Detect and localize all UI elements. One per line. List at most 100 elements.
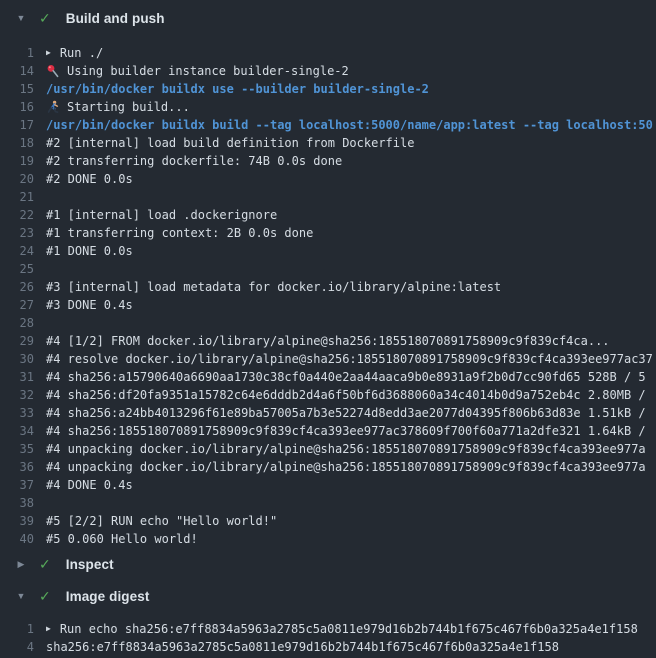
pushpin-emoji-icon: [46, 64, 60, 78]
line-number[interactable]: 34: [0, 422, 46, 440]
line-text: #1 [internal] load .dockerignore: [46, 206, 277, 224]
log-line: 16 Starting build...: [0, 98, 656, 116]
line-number[interactable]: 29: [0, 332, 46, 350]
check-icon: ✓: [39, 557, 51, 571]
line-number[interactable]: 39: [0, 512, 46, 530]
line-number[interactable]: 31: [0, 368, 46, 386]
log-line: 40#5 0.060 Hello world!: [0, 530, 656, 548]
line-number[interactable]: 37: [0, 476, 46, 494]
line-text: #3 [internal] load metadata for docker.i…: [46, 278, 501, 296]
line-content: /usr/bin/docker buildx use --builder bui…: [46, 80, 656, 98]
step-section-image-digest: ▼✓Image digest1▶Run echo sha256:e7ff8834…: [0, 580, 656, 656]
line-content: [46, 494, 656, 512]
log-line: 38: [0, 494, 656, 512]
line-content: #5 0.060 Hello world!: [46, 530, 656, 548]
line-number[interactable]: 18: [0, 134, 46, 152]
line-text: #4 sha256:a15790640a6690aa1730c38cf0a440…: [46, 368, 646, 386]
line-content: #3 DONE 0.4s: [46, 296, 656, 314]
log-block-build-and-push: 1▶ Run ./ 14 Using builder instance builder…: [0, 44, 656, 548]
log-line: 29#4 [1/2] FROM docker.io/library/alpine…: [0, 332, 656, 350]
line-content: #4 sha256:a15790640a6690aa1730c38cf0a440…: [46, 368, 656, 386]
line-number[interactable]: 17: [0, 116, 46, 134]
log-line: 23#1 transferring context: 2B 0.0s done: [0, 224, 656, 242]
line-number[interactable]: 4: [0, 638, 46, 656]
step-header-build-and-push[interactable]: ▼✓Build and push: [0, 0, 656, 36]
line-content: #1 transferring context: 2B 0.0s done: [46, 224, 656, 242]
line-content: [46, 188, 656, 206]
line-number[interactable]: 33: [0, 404, 46, 422]
step-section-inspect: ▶✓Inspect: [0, 548, 656, 580]
line-text: #3 DONE 0.4s: [46, 296, 133, 314]
line-text: Using builder instance builder-single-2: [67, 62, 349, 80]
line-text: Run echo sha256:e7ff8834a5963a2785c5a081…: [60, 620, 638, 638]
line-number[interactable]: 38: [0, 494, 46, 512]
line-number[interactable]: 27: [0, 296, 46, 314]
line-text: #4 sha256:df20fa9351a15782c64e6dddb2d4a6…: [46, 386, 646, 404]
line-number[interactable]: 26: [0, 278, 46, 296]
line-text: #2 [internal] load build definition from…: [46, 134, 414, 152]
line-content: [46, 314, 656, 332]
line-number[interactable]: 32: [0, 386, 46, 404]
run-toggle-icon[interactable]: ▶: [46, 620, 51, 638]
line-number[interactable]: 40: [0, 530, 46, 548]
line-text: #1 transferring context: 2B 0.0s done: [46, 224, 313, 242]
log-line: 1▶ Run echo sha256:e7ff8834a5963a2785c5a0…: [0, 620, 656, 638]
line-content: #1 [internal] load .dockerignore: [46, 206, 656, 224]
log-line: 1▶ Run ./: [0, 44, 656, 62]
log-line: 27#3 DONE 0.4s: [0, 296, 656, 314]
line-text: #4 unpacking docker.io/library/alpine@sh…: [46, 440, 646, 458]
log-line: 15/usr/bin/docker buildx use --builder b…: [0, 80, 656, 98]
line-text: #4 [1/2] FROM docker.io/library/alpine@s…: [46, 332, 610, 350]
line-number[interactable]: 21: [0, 188, 46, 206]
step-title: Image digest: [66, 589, 150, 604]
line-content: #5 [2/2] RUN echo "Hello world!": [46, 512, 656, 530]
log-line: 32#4 sha256:df20fa9351a15782c64e6dddb2d4…: [0, 386, 656, 404]
workflow-log: ▼✓Build and push1▶Run ./14Using builder …: [0, 0, 656, 658]
line-number[interactable]: 1: [0, 44, 46, 62]
line-number[interactable]: 20: [0, 170, 46, 188]
log-line: 25: [0, 260, 656, 278]
runner-emoji-icon: [46, 100, 60, 114]
step-title: Build and push: [66, 11, 165, 26]
check-icon: ✓: [39, 589, 51, 603]
step-section-build-and-push: ▼✓Build and push 1▶ Run ./ 14 Using builder …: [0, 0, 656, 548]
line-number[interactable]: 22: [0, 206, 46, 224]
line-text: #4 resolve docker.io/library/alpine@sha2…: [46, 350, 653, 368]
line-number[interactable]: 1: [0, 620, 46, 638]
line-content: /usr/bin/docker buildx build --tag local…: [46, 116, 656, 134]
log-line: 20#2 DONE 0.0s: [0, 170, 656, 188]
log-line: 18#2 [internal] load build definition fr…: [0, 134, 656, 152]
log-line: 24#1 DONE 0.0s: [0, 242, 656, 260]
log-line: 21: [0, 188, 656, 206]
line-content: sha256:e7ff8834a5963a2785c5a0811e979d16b…: [46, 638, 656, 656]
step-header-image-digest[interactable]: ▼✓Image digest: [0, 580, 656, 612]
line-number[interactable]: 16: [0, 98, 46, 116]
line-number[interactable]: 23: [0, 224, 46, 242]
line-content: ▶ Run echo sha256:e7ff8834a5963a2785c5a08…: [46, 620, 656, 638]
line-number[interactable]: 24: [0, 242, 46, 260]
line-text: sha256:e7ff8834a5963a2785c5a0811e979d16b…: [46, 638, 559, 656]
chevron-down-icon: ▼: [14, 14, 28, 23]
line-number[interactable]: 19: [0, 152, 46, 170]
step-header-inspect[interactable]: ▶✓Inspect: [0, 548, 656, 580]
line-number[interactable]: 25: [0, 260, 46, 278]
line-number[interactable]: 15: [0, 80, 46, 98]
line-text: Starting build...: [67, 98, 190, 116]
line-number[interactable]: 30: [0, 350, 46, 368]
line-content: #4 [1/2] FROM docker.io/library/alpine@s…: [46, 332, 656, 350]
run-toggle-icon[interactable]: ▶: [46, 44, 51, 62]
line-content: #3 [internal] load metadata for docker.i…: [46, 278, 656, 296]
line-content: #4 unpacking docker.io/library/alpine@sh…: [46, 440, 656, 458]
log-line: 33#4 sha256:a24bb4013296f61e89ba57005a7b…: [0, 404, 656, 422]
line-number[interactable]: 28: [0, 314, 46, 332]
line-number[interactable]: 14: [0, 62, 46, 80]
line-number[interactable]: 35: [0, 440, 46, 458]
line-content: #4 resolve docker.io/library/alpine@sha2…: [46, 350, 656, 368]
line-text: Run ./: [60, 44, 103, 62]
line-content: #4 sha256:a24bb4013296f61e89ba57005a7b3e…: [46, 404, 656, 422]
line-content: #4 DONE 0.4s: [46, 476, 656, 494]
line-number[interactable]: 36: [0, 458, 46, 476]
line-content: #1 DONE 0.0s: [46, 242, 656, 260]
log-line: 36#4 unpacking docker.io/library/alpine@…: [0, 458, 656, 476]
line-content: Starting build...: [46, 98, 656, 116]
